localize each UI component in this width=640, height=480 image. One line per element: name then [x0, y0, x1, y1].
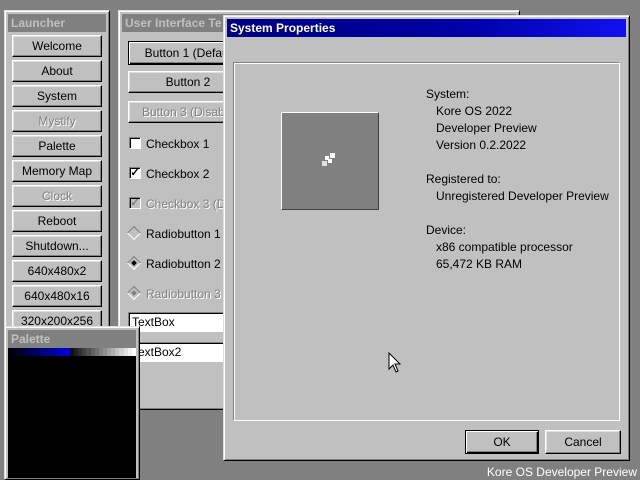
palette-color-strip [8, 348, 136, 356]
launcher-button-system[interactable]: System [12, 85, 102, 107]
radio-dot [131, 260, 137, 266]
launcher-button-memory-map[interactable]: Memory Map [12, 160, 102, 182]
launcher-button-reboot[interactable]: Reboot [12, 210, 102, 232]
textbox-2[interactable]: TextBox2 [128, 342, 228, 362]
checkbox-2[interactable]: ✓ [129, 167, 141, 179]
os-edition: Developer Preview [436, 121, 537, 135]
radiobutton-1[interactable] [126, 225, 142, 241]
registered-heading: Registered to: [426, 172, 501, 186]
launcher-button-about[interactable]: About [12, 60, 102, 82]
os-version: Version 0.2.2022 [436, 138, 527, 152]
processor-info: x86 compatible processor [436, 240, 573, 254]
launcher-button-mystify: Mystify [12, 110, 102, 132]
system-properties-window: System Properties System: Kore OS 2022 D… [223, 15, 630, 461]
device-heading: Device: [426, 223, 467, 237]
system-info-panel: System: Kore OS 2022 Developer Preview V… [233, 62, 620, 421]
os-footer-label: Kore OS Developer Preview [486, 465, 637, 479]
textbox-1[interactable]: TextBox [128, 312, 228, 332]
registered-to: Unregistered Developer Preview [436, 189, 609, 203]
palette-titlebar[interactable]: Palette [8, 330, 136, 348]
mouse-cursor-icon [388, 352, 402, 373]
ok-button[interactable]: OK [465, 430, 539, 454]
kore-logo-icon [281, 112, 379, 210]
checkbox-2-label: Checkbox 2 [146, 167, 210, 181]
system-heading: System: [426, 87, 470, 101]
launcher-window: Launcher Welcome About System Mystify Palett… [4, 10, 110, 340]
launcher-button-clock: Clock [12, 185, 102, 207]
launcher-titlebar[interactable]: Launcher [8, 14, 106, 32]
ram-info: 65,472 KB RAM [436, 257, 523, 271]
checkbox-1[interactable] [129, 137, 141, 149]
palette-swatch [131, 348, 136, 356]
checkbox-3-label: Checkbox 3 (Dis [146, 197, 235, 211]
radiobutton-1-label: Radiobutton 1 [146, 227, 221, 241]
system-properties-titlebar[interactable]: System Properties [227, 19, 626, 37]
radiobutton-2[interactable] [126, 255, 142, 271]
launcher-button-640x480x2[interactable]: 640x480x2 [12, 260, 102, 282]
radiobutton-3-disabled [126, 285, 142, 301]
checkbox-1-label: Checkbox 1 [146, 137, 210, 151]
radiobutton-2-label: Radiobutton 2 [146, 257, 221, 271]
palette-canvas [8, 348, 136, 478]
launcher-button-640x480x16[interactable]: 640x480x16 [12, 285, 102, 307]
checkbox-3-disabled: ✓ [129, 197, 141, 209]
launcher-button-shutdown[interactable]: Shutdown... [12, 235, 102, 257]
cancel-button[interactable]: Cancel [545, 430, 621, 454]
palette-window: Palette [4, 326, 140, 480]
launcher-button-welcome[interactable]: Welcome [12, 35, 102, 57]
radio-dot [131, 290, 137, 296]
os-name: Kore OS 2022 [436, 104, 513, 118]
launcher-button-palette[interactable]: Palette [12, 135, 102, 157]
